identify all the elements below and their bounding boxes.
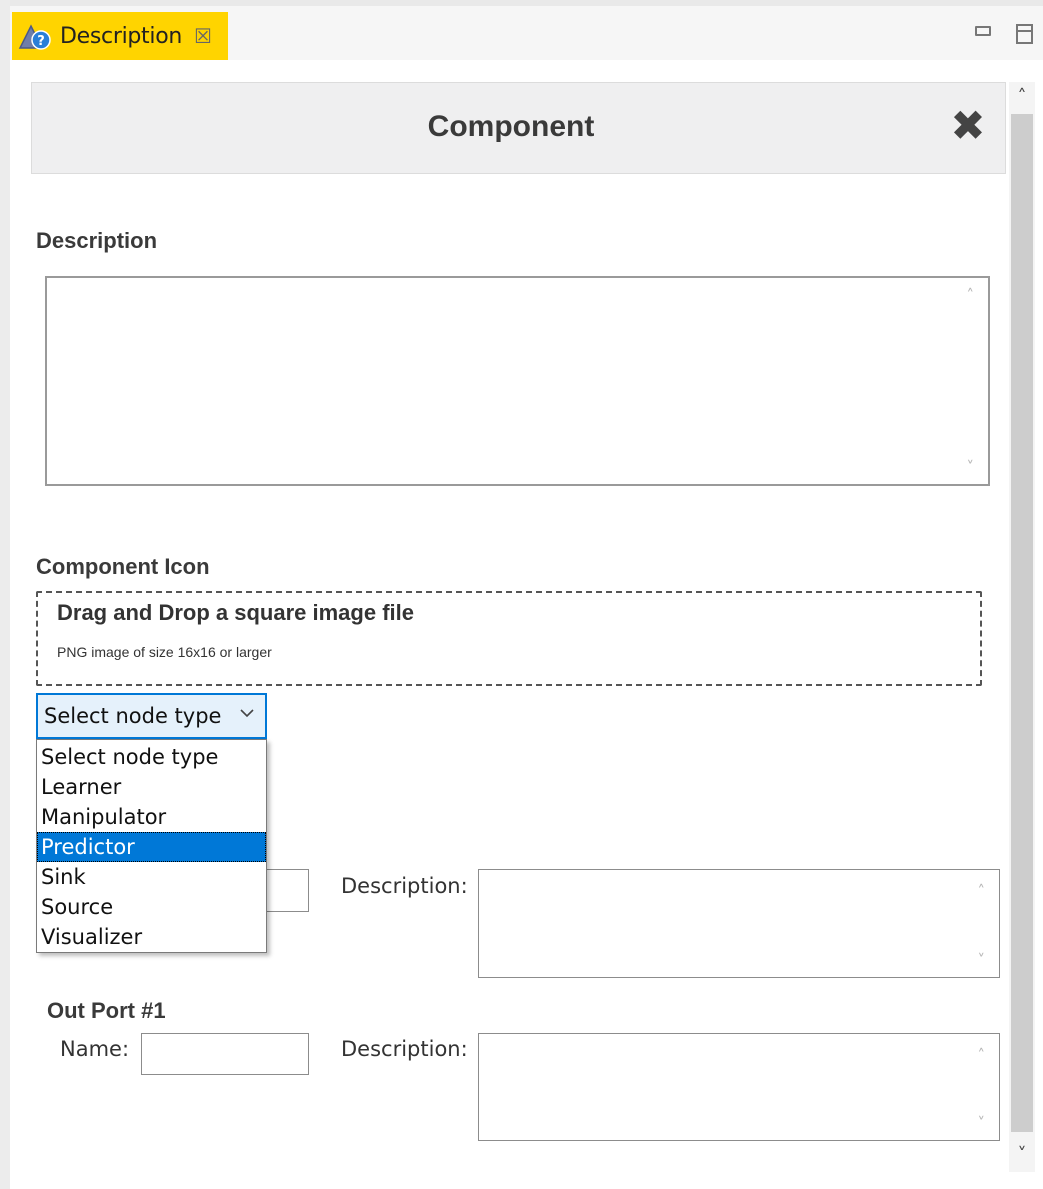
textarea-scroll-down-icon[interactable]: ˅ (978, 1114, 986, 1132)
component-title: Component (427, 110, 595, 143)
description-textarea[interactable]: ˄ ˅ (45, 276, 990, 486)
out-port-description-label: Description: (341, 1037, 468, 1061)
scrollbar-thumb[interactable] (1011, 114, 1033, 1132)
textarea-scroll-up-icon[interactable]: ˄ (978, 882, 986, 900)
in-port-name-input[interactable] (262, 869, 309, 912)
node-type-select[interactable]: Select node type (36, 693, 267, 739)
out-port-name-label: Name: (60, 1037, 130, 1061)
textarea-scroll-down-icon[interactable]: ˅ (967, 458, 975, 476)
node-type-selected-value: Select node type (44, 704, 222, 728)
dropdown-option-source[interactable]: Source (37, 892, 266, 922)
close-icon[interactable]: ✖ (946, 104, 990, 148)
maximize-icon[interactable] (1016, 24, 1033, 44)
dropdown-option-learner[interactable]: Learner (37, 772, 266, 802)
tab-close-icon[interactable]: ☒ (194, 24, 212, 48)
node-type-dropdown-list: Select node type Learner Manipulator Predic… (36, 739, 267, 953)
scroll-up-arrow-icon[interactable]: ˄ (1009, 86, 1035, 110)
dropdown-option-visualizer[interactable]: Visualizer (37, 922, 266, 952)
description-section-label: Description (36, 228, 158, 253)
textarea-scroll-down-icon[interactable]: ˅ (978, 951, 986, 969)
chevron-down-icon (239, 703, 255, 724)
textarea-scroll-up-icon[interactable]: ˄ (978, 1046, 986, 1064)
scroll-down-arrow-icon[interactable]: ˅ (1009, 1144, 1035, 1168)
left-border (0, 0, 10, 1189)
dropdown-option-select-node-type[interactable]: Select node type (37, 742, 266, 772)
textarea-scroll-up-icon[interactable]: ˄ (967, 286, 975, 304)
minimize-icon[interactable] (975, 26, 991, 36)
view-tab-title: Description (60, 23, 182, 49)
dropdown-option-sink[interactable]: Sink (37, 862, 266, 892)
out-port-description-textarea[interactable]: ˄ ˅ (478, 1033, 1000, 1141)
drop-zone-hint: PNG image of size 16x16 or larger (57, 644, 272, 660)
svg-text:?: ? (37, 34, 45, 49)
view-tab-description[interactable]: ? Description ☒ (12, 12, 228, 60)
out-port-name-input[interactable] (141, 1033, 309, 1075)
description-view-icon: ? (18, 21, 52, 51)
out-port-title: Out Port #1 (47, 998, 166, 1023)
dropdown-option-manipulator[interactable]: Manipulator (37, 802, 266, 832)
dropdown-option-predictor[interactable]: Predictor (37, 832, 266, 862)
in-port-description-label: Description: (341, 874, 468, 898)
drop-zone-title: Drag and Drop a square image file (57, 600, 414, 625)
component-icon-label: Component Icon (36, 554, 210, 579)
in-port-description-textarea[interactable]: ˄ ˅ (478, 869, 1000, 978)
